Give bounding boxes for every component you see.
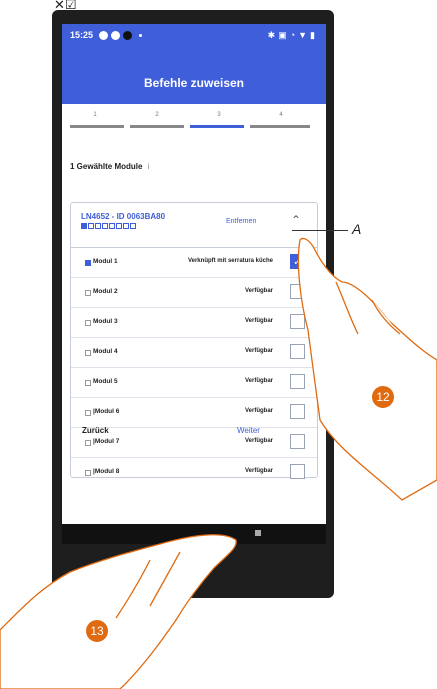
- callout-leader-line: [292, 230, 348, 231]
- step-badge: 13: [86, 620, 108, 642]
- callout-label: A: [352, 221, 362, 237]
- hand-illustrations: [0, 237, 437, 689]
- hand-right-icon: [297, 237, 437, 501]
- hand-bottom-icon: [0, 534, 237, 689]
- step-badge: 12: [372, 386, 394, 408]
